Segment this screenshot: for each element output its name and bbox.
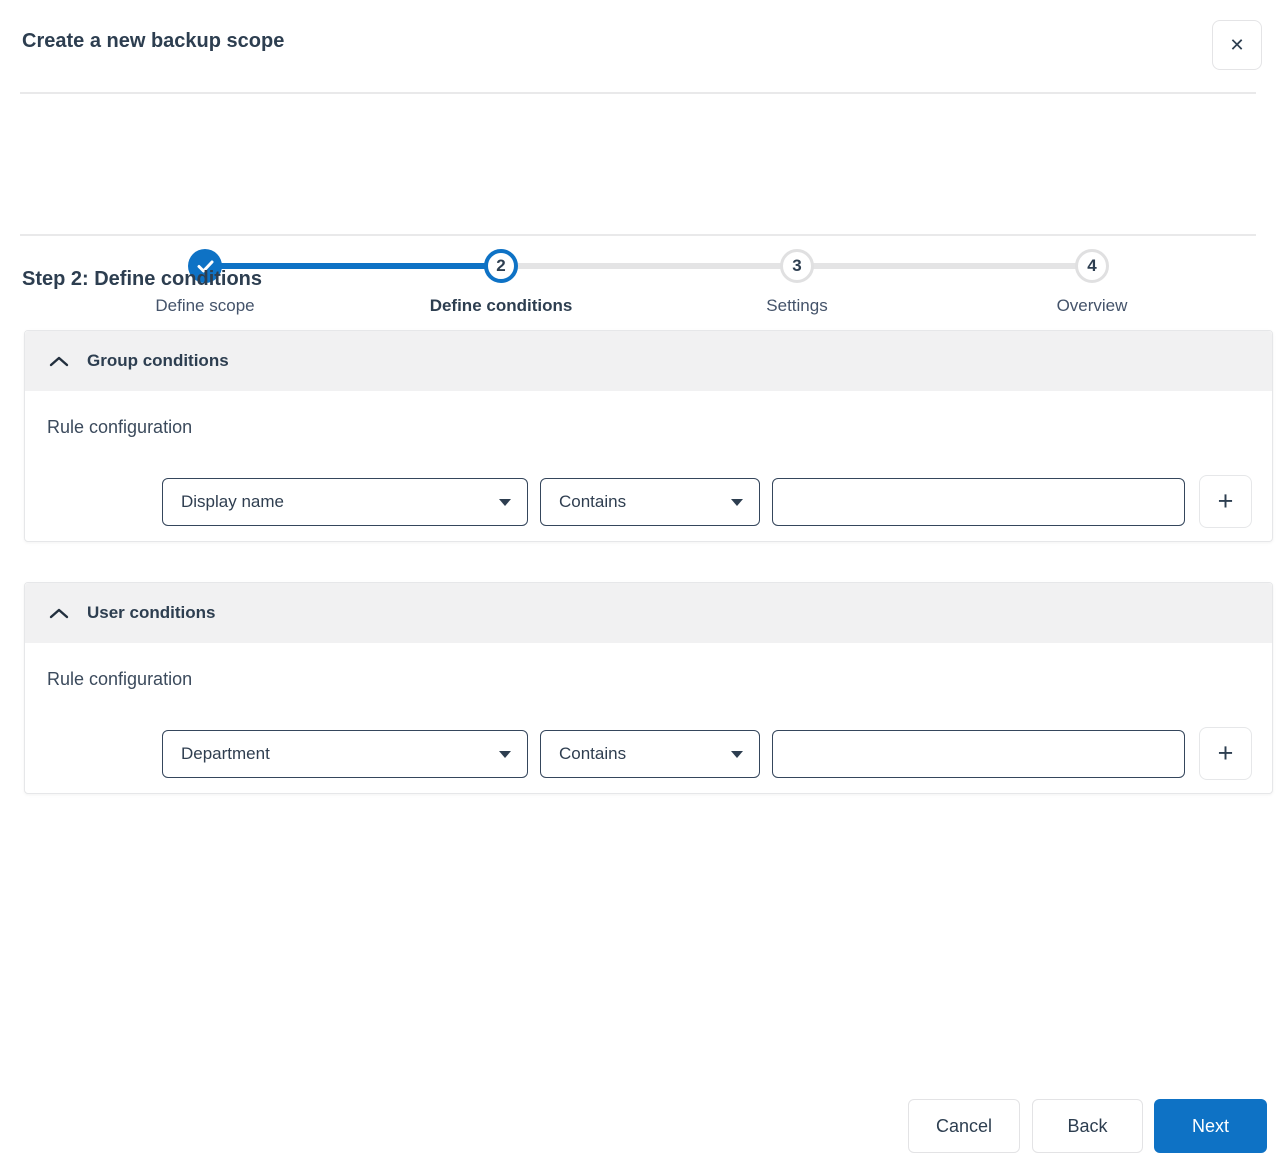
chevron-down-icon — [499, 498, 511, 506]
group-conditions-section: Group conditions Rule configuration Disp… — [24, 330, 1273, 542]
step-2-number: 2 — [496, 256, 506, 275]
chevron-up-icon — [49, 356, 69, 367]
group-field-select-value: Display name — [181, 491, 284, 511]
stepper-connector-upcoming — [797, 263, 1092, 269]
stepper-divider — [20, 234, 1256, 236]
create-backup-scope-dialog: Create a new backup scope ✕ 2 3 4 Define… — [0, 0, 1276, 1176]
step-heading: Step 2: Define conditions — [22, 268, 263, 290]
plus-icon: + — [1217, 738, 1234, 768]
next-button[interactable]: Next — [1154, 1099, 1267, 1153]
group-conditions-header[interactable]: Group conditions — [25, 331, 1272, 391]
close-button[interactable]: ✕ — [1212, 20, 1262, 70]
step-2-label: Define conditions — [429, 296, 573, 315]
chevron-up-icon — [49, 608, 69, 619]
stepper-connector-upcoming — [501, 263, 797, 269]
rule-configuration-label: Rule configuration — [47, 669, 193, 689]
user-conditions-body: Rule configuration Department Contains + — [25, 643, 1272, 795]
chevron-down-icon — [499, 750, 511, 758]
user-field-select-value: Department — [181, 743, 270, 763]
chevron-down-icon — [731, 498, 743, 506]
dialog-title: Create a new backup scope — [22, 30, 285, 52]
group-conditions-body: Rule configuration Display name Contains… — [25, 391, 1272, 543]
user-condition-row: Department Contains + — [162, 727, 1252, 780]
close-icon: ✕ — [1229, 35, 1245, 55]
user-conditions-section: User conditions Rule configuration Depar… — [24, 582, 1273, 794]
user-operator-select-value: Contains — [559, 743, 627, 763]
section-title: Group conditions — [87, 351, 229, 370]
user-conditions-header[interactable]: User conditions — [25, 583, 1272, 643]
user-condition-value-input[interactable] — [772, 729, 1185, 778]
step-3-circle[interactable]: 3 — [780, 249, 814, 283]
group-condition-row: Display name Contains + — [162, 475, 1252, 528]
user-operator-select[interactable]: Contains — [540, 729, 760, 778]
group-condition-value-input[interactable] — [772, 477, 1185, 526]
plus-icon: + — [1217, 486, 1234, 516]
group-add-condition-button[interactable]: + — [1199, 475, 1252, 528]
section-title: User conditions — [87, 603, 216, 622]
step-4-number: 4 — [1087, 256, 1097, 275]
back-button[interactable]: Back — [1032, 1099, 1143, 1153]
user-field-select[interactable]: Department — [162, 729, 528, 778]
chevron-down-icon — [731, 750, 743, 758]
cancel-button[interactable]: Cancel — [908, 1099, 1020, 1153]
group-operator-select[interactable]: Contains — [540, 477, 760, 526]
step-4-circle[interactable]: 4 — [1075, 249, 1109, 283]
user-add-condition-button[interactable]: + — [1199, 727, 1252, 780]
step-2-circle[interactable]: 2 — [484, 249, 518, 283]
group-operator-select-value: Contains — [559, 491, 627, 511]
step-4-label: Overview — [1056, 296, 1128, 315]
step-1-label: Define scope — [155, 296, 255, 315]
wizard-stepper: 2 3 4 Define scope Define conditions Set… — [0, 120, 1276, 315]
group-field-select[interactable]: Display name — [162, 477, 528, 526]
rule-configuration-label: Rule configuration — [47, 417, 193, 437]
step-3-number: 3 — [792, 256, 802, 275]
header-divider — [20, 92, 1256, 94]
step-3-label: Settings — [766, 296, 828, 315]
